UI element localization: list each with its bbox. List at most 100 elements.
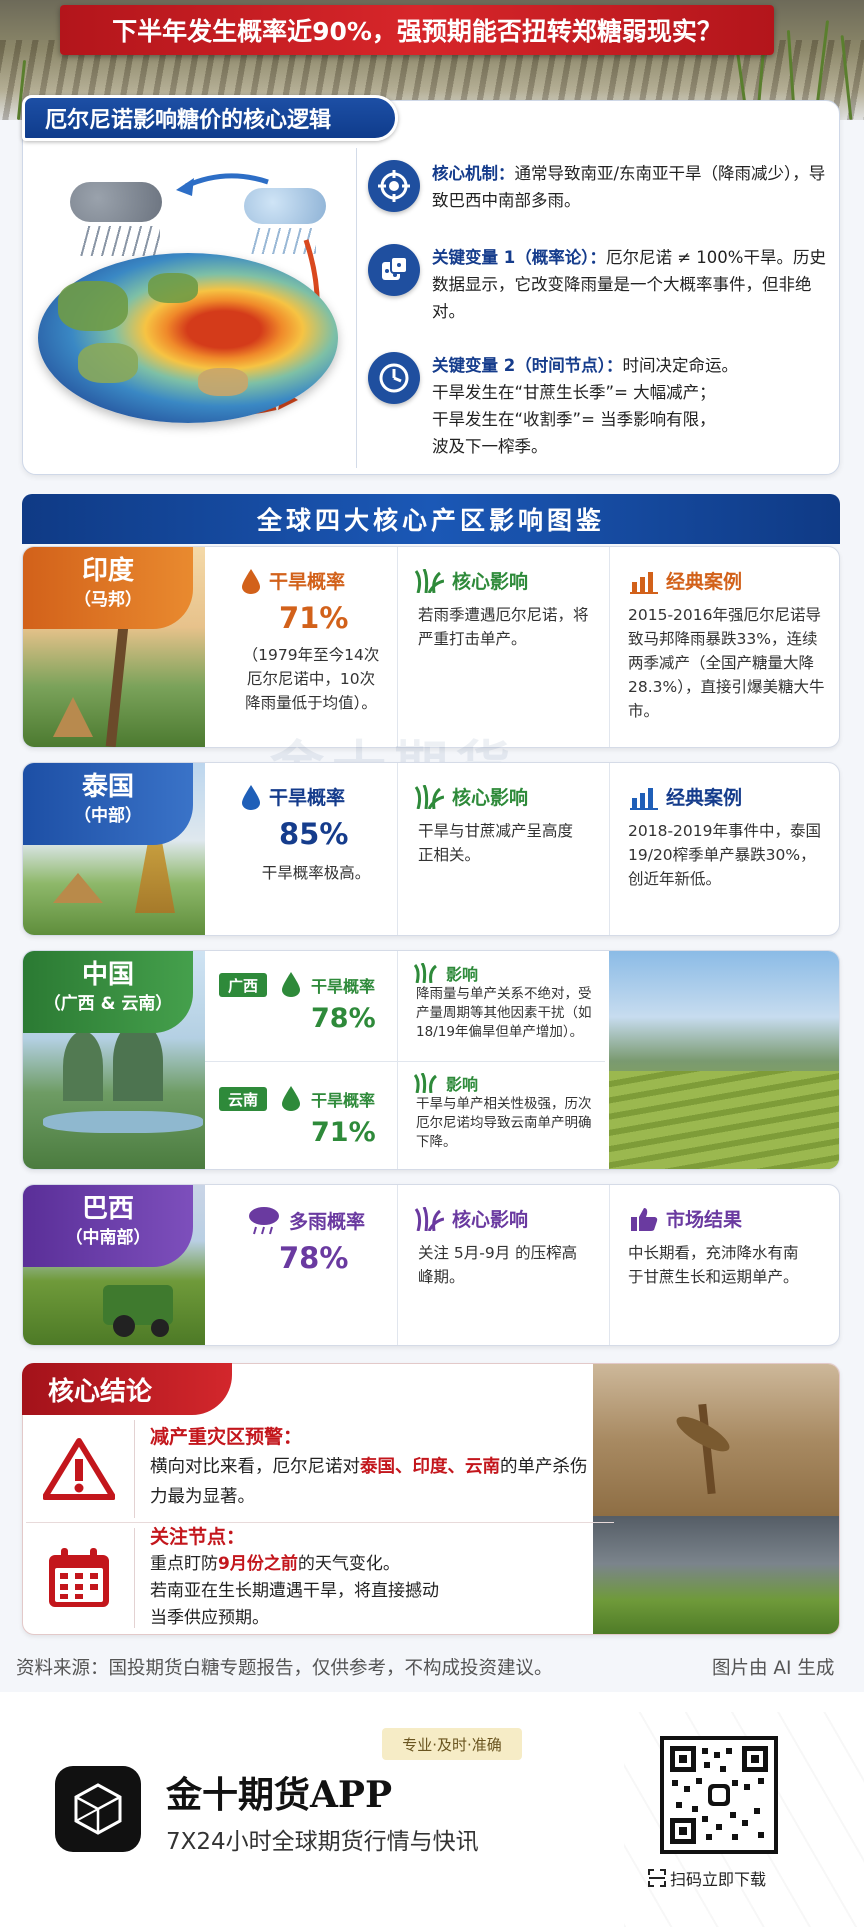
bar-chart-icon bbox=[630, 787, 658, 810]
brazil-prob-col: 多雨概率 78% bbox=[219, 1185, 399, 1345]
brazil-result-label: 市场结果 bbox=[666, 1209, 743, 1231]
warning-text: 减产重灾区预警： 横向对比来看，厄尔尼诺对泰国、印度、云南的单产杀伤力最为显著。 bbox=[150, 1422, 590, 1512]
bar-chart-icon bbox=[630, 571, 658, 594]
yunnan-prob: 云南 干旱概率 71% bbox=[219, 1061, 409, 1169]
india-prob-note: （1979年至今14次厄尔尼诺中，10次降雨量低于均值）。 bbox=[242, 646, 380, 712]
thailand-sub: （中部） bbox=[74, 806, 142, 826]
china-tag: 中国 （广西 & 云南） bbox=[23, 951, 193, 1033]
brazil-impact-col: 核心影响 关注 5月-9月 的压榨高峰期。 bbox=[397, 1185, 609, 1345]
qr-pattern-icon bbox=[670, 1746, 768, 1844]
scan-label: 扫码立即下载 bbox=[670, 1870, 767, 1889]
timing-line-2: 干旱发生在“甘蔗生长季”= 大幅减产； bbox=[432, 383, 716, 402]
india-impact-label: 核心影响 bbox=[452, 571, 529, 593]
brazil-result-text: 中长期看，充沛降水有南于甘蔗生长和运期单产。 bbox=[628, 1244, 799, 1286]
india-sub: （马邦） bbox=[74, 590, 142, 610]
focus-post: 的天气变化。 bbox=[297, 1554, 400, 1574]
terrace-image bbox=[609, 951, 839, 1169]
dice-icon bbox=[368, 244, 420, 296]
brazil-impact-label: 核心影响 bbox=[452, 1209, 529, 1231]
thailand-impact-text: 干旱与甘蔗减产呈高度正相关。 bbox=[418, 822, 574, 864]
calendar-box bbox=[26, 1528, 132, 1628]
focus-highlight: 9月份之前 bbox=[218, 1554, 298, 1574]
india-case-col: 经典案例 2015-2016年强厄尔尼诺导致马邦降雨暴跌33%，连续两季减产（全… bbox=[609, 547, 839, 747]
thailand-name: 泰国 bbox=[81, 772, 134, 802]
dry-plant-image bbox=[593, 1364, 839, 1516]
app-logo-icon bbox=[55, 1766, 141, 1852]
sugarcane-icon bbox=[414, 784, 444, 809]
brazil-prob-label: 多雨概率 bbox=[289, 1210, 366, 1233]
page-title: 下半年发生概率近90%，强预期能否扭转郑糖弱现实？ bbox=[60, 5, 774, 55]
scan-download-link[interactable]: 扫码立即下载 bbox=[648, 1866, 766, 1890]
qr-code[interactable] bbox=[660, 1736, 778, 1854]
focus-text: 关注节点： 重点盯防9月份之前的天气变化。 若南亚在生长期遭遇干旱，将直接撼动 … bbox=[150, 1524, 590, 1632]
sugarcane-icon bbox=[414, 1206, 444, 1231]
brazil-name: 巴西 bbox=[81, 1194, 134, 1224]
yunnan-impact-text: 干旱与单产相关性极强，历次厄尔尼诺均导致云南单产明确下降。 bbox=[416, 1096, 592, 1150]
card-china: 中国 （广西 & 云南） 广西 干旱概率 78% 影响 降雨量与单产关系不绝对，… bbox=[22, 950, 840, 1170]
thailand-impact-col: 核心影响 干旱与甘蔗减产呈高度正相关。 bbox=[397, 763, 609, 935]
guangxi-prob: 广西 干旱概率 78% bbox=[219, 951, 409, 1061]
thailand-case-col: 经典案例 2018-2019年事件中，泰国19/20榨季单产暴跌30%，创近年新… bbox=[609, 763, 839, 935]
india-case-label: 经典案例 bbox=[666, 571, 743, 593]
yunnan-impact: 影响 干旱与单产相关性极强，历次厄尔尼诺均导致云南单产明确下降。 bbox=[397, 1061, 607, 1169]
warning-pre: 横向对比来看，厄尔尼诺对 bbox=[150, 1457, 360, 1477]
india-impact-text: 若雨季遭遇厄尔尼诺，将严重打击单产。 bbox=[418, 606, 589, 648]
china-sub: （广西 & 云南） bbox=[43, 994, 173, 1014]
thumbs-up-icon bbox=[631, 1207, 658, 1231]
focus-line-3: 当季供应预期。 bbox=[150, 1608, 269, 1628]
card-brazil: 巴西 （中南部） 多雨概率 78% 核心影响 关注 5月-9月 的压榨高峰期。 … bbox=[22, 1184, 840, 1346]
conclusion-title: 核心结论 bbox=[22, 1363, 232, 1415]
sugarcane-icon bbox=[414, 963, 437, 983]
logic-item-probability: 关键变量 1（概率论）：厄尔尼诺 ≠ 100%干旱。历史数据显示，它改变降雨量是… bbox=[368, 244, 833, 330]
yunnan-impact-label: 影响 bbox=[446, 1075, 479, 1094]
thailand-prob-label: 干旱概率 bbox=[269, 787, 346, 809]
slogan-badge: 专业·及时·准确 bbox=[382, 1728, 522, 1760]
india-name: 印度 bbox=[81, 556, 134, 586]
logic-divider bbox=[356, 148, 357, 468]
sugarcane-icon bbox=[414, 1073, 437, 1093]
regions-title: 全球四大核心产区影响图鉴 bbox=[22, 494, 840, 544]
india-impact-col: 核心影响 若雨季遭遇厄尔尼诺，将严重打击单产。 bbox=[397, 547, 609, 747]
calendar-icon bbox=[49, 1548, 109, 1607]
thailand-impact-label: 核心影响 bbox=[452, 787, 529, 809]
water-drop-icon bbox=[242, 568, 260, 594]
focus-title: 关注节点： bbox=[150, 1526, 246, 1548]
probability-label: 关键变量 1（概率论）： bbox=[432, 248, 606, 267]
app-name: 金十期货APP bbox=[166, 1774, 393, 1816]
scan-icon bbox=[648, 1869, 666, 1887]
storm-field-image bbox=[593, 1516, 839, 1634]
timing-line-3: 干旱发生在“收割季”= 当季影响有限， bbox=[432, 410, 716, 429]
timing-text: 时间决定命运。 bbox=[622, 356, 738, 375]
clock-icon bbox=[368, 352, 420, 404]
guangxi-impact-text: 降雨量与单产关系不绝对，受产量周期等其他因素干扰（如18/19年偏旱但单产增加）… bbox=[416, 986, 592, 1040]
water-drop-icon bbox=[282, 972, 300, 997]
card-india: 印度 （马邦） 干旱概率 71% （1979年至今14次厄尔尼诺中，10次降雨量… bbox=[22, 546, 840, 748]
logic-item-timing: 关键变量 2（时间节点）：时间决定命运。干旱发生在“甘蔗生长季”= 大幅减产； 干… bbox=[368, 352, 833, 462]
guangxi-tag: 广西 bbox=[219, 973, 267, 997]
yunnan-tag: 云南 bbox=[219, 1087, 267, 1111]
focus-line-2: 若南亚在生长期遭遇干旱，将直接撼动 bbox=[150, 1581, 439, 1601]
brazil-prob-value: 78% bbox=[279, 1241, 349, 1275]
logic-item-mechanism: 核心机制：通常导致南亚/东南亚干旱（降雨减少），导致巴西中南部多雨。 bbox=[368, 160, 833, 220]
brazil-impact-text: 关注 5月-9月 的压榨高峰期。 bbox=[418, 1244, 578, 1286]
logic-title: 厄尔尼诺影响糖价的核心逻辑 bbox=[22, 95, 398, 141]
guangxi-impact-label: 影响 bbox=[446, 965, 479, 984]
yunnan-prob-value: 71% bbox=[311, 1117, 376, 1148]
card-thailand: 泰国 （中部） 干旱概率 85% 干旱概率极高。 核心影响 干旱与甘蔗减产呈高度… bbox=[22, 762, 840, 936]
warning-icon bbox=[43, 1438, 115, 1500]
mechanism-label: 核心机制： bbox=[432, 164, 515, 183]
guangxi-impact: 影响 降雨量与单产关系不绝对，受产量周期等其他因素干扰（如18/19年偏旱但单产… bbox=[397, 951, 607, 1061]
app-tagline: 7X24小时全球期货行情与快讯 bbox=[166, 1829, 479, 1855]
guangxi-prob-value: 78% bbox=[311, 1003, 376, 1034]
warning-box bbox=[26, 1420, 132, 1518]
india-prob-label: 干旱概率 bbox=[269, 571, 346, 593]
timing-label: 关键变量 2（时间节点）： bbox=[432, 356, 623, 375]
warning-title: 减产重灾区预警： bbox=[150, 1426, 303, 1448]
rain-cloud-icon bbox=[249, 1207, 279, 1235]
brazil-sub: （中南部） bbox=[65, 1228, 151, 1248]
india-tag: 印度 （马邦） bbox=[23, 547, 193, 629]
yunnan-prob-label: 干旱概率 bbox=[311, 1091, 376, 1110]
thailand-case-text: 2018-2019年事件中，泰国19/20榨季单产暴跌30%，创近年新低。 bbox=[628, 822, 821, 888]
source-note: 资料来源：国投期货白糖专题报告，仅供参考，不构成投资建议。 bbox=[16, 1658, 553, 1679]
timing-line-4: 波及下一榨季。 bbox=[432, 437, 548, 456]
